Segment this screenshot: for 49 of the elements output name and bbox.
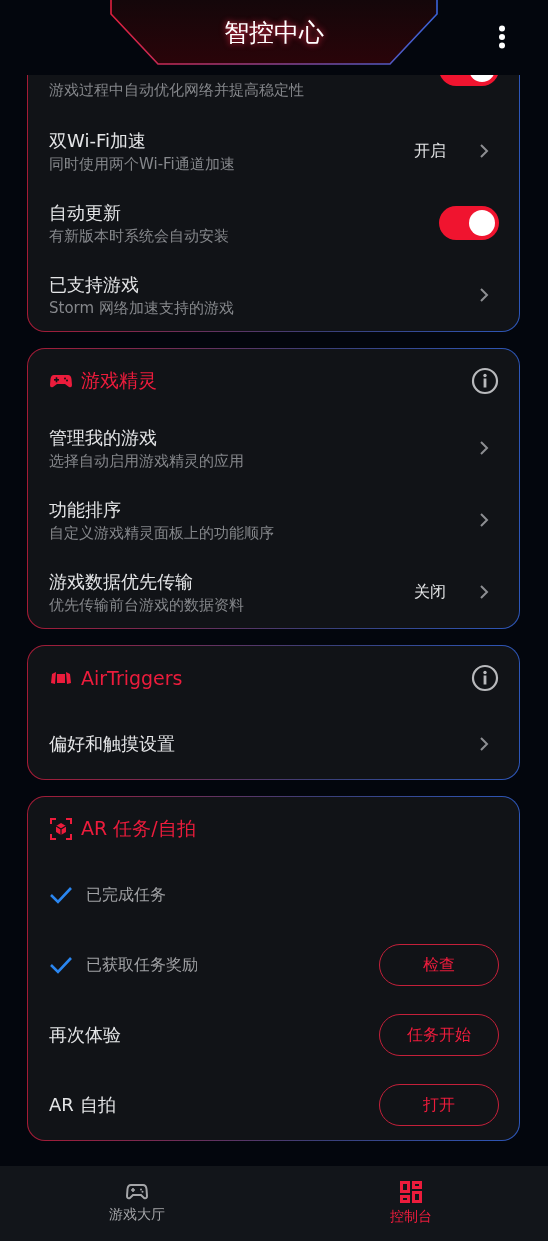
setting-label: AR 自拍 [49,1093,117,1117]
setting-description: 有新版本时系统会自动安装 [49,226,230,246]
settings-row[interactable]: 游戏数据优先传输 优先传输前台游戏的数据资料 关闭 [28,556,519,628]
setting-description: 游戏过程中自动优化网络并提高稳定性 [49,81,305,100]
setting-label: 游戏数据优先传输 [49,569,194,594]
settings-row[interactable]: 双Wi-Fi加速 同时使用两个Wi-Fi通道加速 开启 [28,115,519,187]
settings-row[interactable]: 已支持游戏 Storm 网络加速支持的游戏 [28,259,519,331]
setting-value: 关闭 [414,581,446,603]
setting-description: 同时使用两个Wi-Fi通道加速 [49,154,236,174]
setting-label: 已支持游戏 [49,272,140,297]
setting-label: 偏好和触摸设置 [49,732,176,756]
setting-description: 自定义游戏精灵面板上的功能顺序 [49,523,275,543]
setting-label: 功能排序 [49,497,122,522]
setting-label: 已获取任务奖励 [86,954,199,976]
setting-label: 自动更新 [49,200,122,225]
settings-row[interactable]: 自动更新 有新版本时系统会自动安装 [28,187,519,259]
chevron-right-icon [479,440,489,456]
page-title: 智控中心 [223,17,325,49]
nav-tab[interactable]: 游戏大厅 [0,1166,274,1241]
dashboard-grid-icon [400,1181,422,1203]
chevron-right-icon [479,143,489,159]
ar-cube-icon [50,817,72,840]
setting-description: 优先传输前台游戏的数据资料 [49,595,245,615]
settings-row[interactable]: 管理我的游戏 选择自动启用游戏精灵的应用 [28,412,519,484]
setting-label: 管理我的游戏 [49,425,158,450]
section-title: AR 任务/自拍 [81,815,197,841]
gamepad-icon [126,1183,148,1201]
gamepad-icon [50,373,72,388]
controller-triggers-icon [50,670,72,685]
setting-label: 已完成任务 [86,884,167,906]
more-options-icon[interactable] [498,25,506,49]
chevron-right-icon [479,287,489,303]
settings-row[interactable]: 游戏过程中自动优化网络并提高稳定性 [28,75,519,115]
chevron-right-icon [479,584,489,600]
setting-description: Storm 网络加速支持的游戏 [49,298,235,318]
section-title: 游戏精灵 [81,367,158,393]
toggle-switch[interactable] [439,206,499,240]
setting-label: 双Wi-Fi加速 [49,128,147,153]
setting-value: 开启 [414,140,446,162]
chevron-right-icon [479,736,489,752]
settings-row[interactable]: 偏好和触摸设置 [28,709,519,779]
settings-row[interactable]: 功能排序 自定义游戏精灵面板上的功能顺序 [28,484,519,556]
info-icon[interactable] [471,663,499,692]
setting-description: 选择自动启用游戏精灵的应用 [49,451,245,471]
nav-tab[interactable]: 控制台 [274,1166,548,1241]
section-title: AirTriggers [81,666,184,689]
chevron-right-icon [479,512,489,528]
setting-label: 再次体验 [49,1023,122,1047]
info-icon[interactable] [471,366,499,395]
